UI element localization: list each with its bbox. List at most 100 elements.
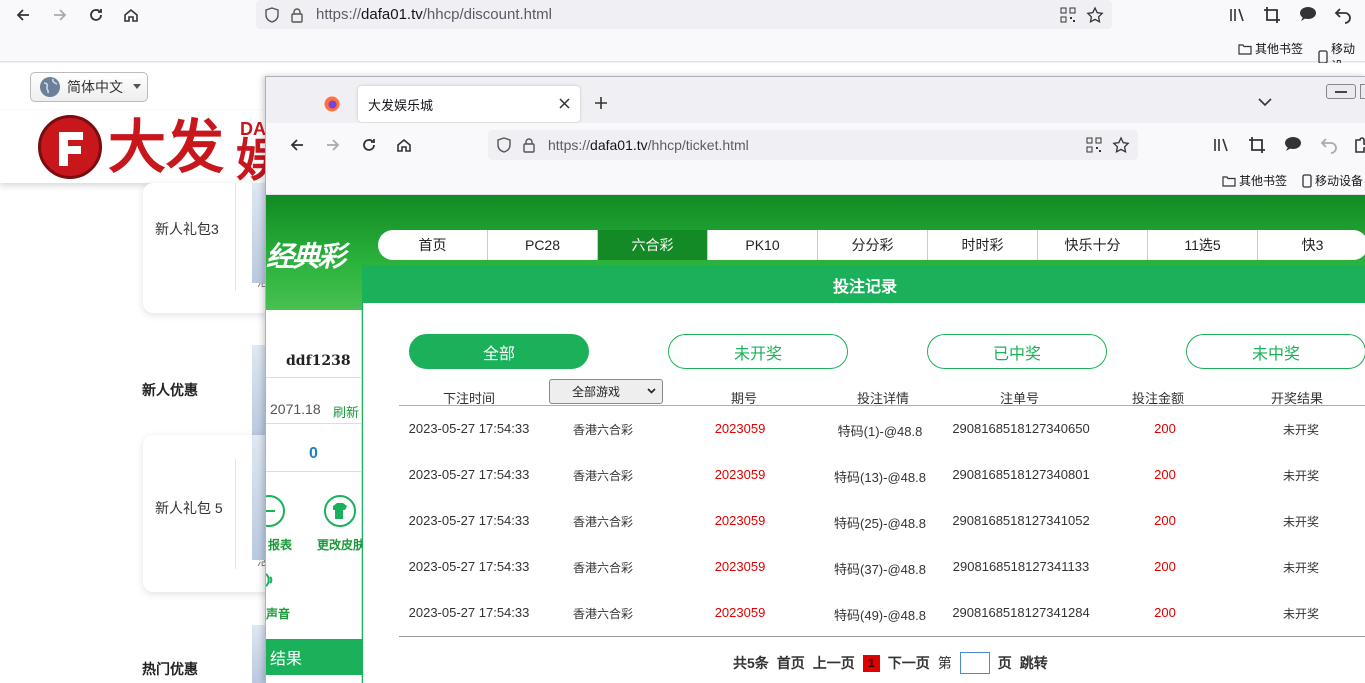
extensions-icon[interactable] — [1354, 136, 1365, 154]
star-icon[interactable] — [1086, 5, 1104, 24]
bookmark-other[interactable]: 其他书签 — [1238, 40, 1303, 57]
new-tab-icon[interactable] — [594, 96, 608, 110]
cell-game: 香港六合彩 — [572, 423, 633, 437]
modal-title: 投注记录 — [832, 278, 897, 296]
cell-ticket: 2908168518127340801 — [952, 467, 1090, 482]
back-arrow-icon[interactable] — [286, 134, 308, 156]
cell-time: 2023-05-27 17:54:33 — [408, 421, 530, 436]
back-arrow-icon[interactable] — [12, 4, 34, 26]
brand-logo-text: 大发 — [108, 113, 225, 181]
cell-detail: 特码(13)-@48.8 — [834, 470, 926, 485]
brand-logo-icon — [38, 115, 102, 179]
filter-lost-button[interactable]: 未中奖 — [1186, 334, 1365, 369]
back-url-bar[interactable]: https://dafa01.tv/hhcp/discount.html — [256, 0, 1112, 29]
qr-code-icon[interactable] — [1060, 7, 1076, 23]
back-url-text: https://dafa01.tv/hhcp/discount.html — [316, 6, 552, 23]
forward-arrow-icon[interactable] — [49, 4, 71, 26]
language-label: 简体中文 — [67, 79, 123, 95]
close-tab-icon[interactable] — [559, 98, 570, 109]
cell-detail: 特码(49)-@48.8 — [834, 608, 926, 623]
active-tab[interactable]: 大发娱乐城 — [358, 86, 580, 122]
cell-period: 2023059 — [714, 513, 766, 528]
nav-item-mark-six[interactable]: 六合彩 — [598, 230, 708, 260]
sound-link[interactable]: 声音 — [266, 605, 290, 622]
shield-icon — [264, 6, 280, 23]
screenshot-icon[interactable] — [1263, 6, 1281, 24]
maximize-button[interactable] — [1360, 84, 1365, 99]
cell-detail: 特码(1)-@48.8 — [837, 424, 923, 439]
cell-result: 未开奖 — [1282, 423, 1319, 437]
modal-header: 投注记录 — [363, 266, 1365, 303]
home-icon[interactable] — [120, 4, 142, 26]
results-bar[interactable]: 结果 — [266, 639, 362, 675]
qr-code-icon[interactable] — [1086, 137, 1102, 153]
nav-item-11x5[interactable]: 11选5 — [1148, 230, 1258, 260]
sound-icon[interactable] — [266, 568, 284, 592]
chat-icon[interactable] — [1298, 5, 1318, 23]
reload-icon[interactable] — [85, 4, 107, 26]
filter-pending-button[interactable]: 未开奖 — [668, 334, 848, 369]
game-select[interactable]: 全部游戏 — [549, 379, 663, 404]
report-link[interactable]: 报表 — [268, 536, 292, 553]
lock-icon — [522, 137, 536, 153]
pager-current-page[interactable]: 1 — [862, 654, 880, 672]
pager-jump-button[interactable]: 跳转 — [1020, 653, 1048, 673]
refresh-balance-link[interactable]: 刷新 — [333, 402, 359, 421]
mobile-device-icon — [1302, 173, 1312, 188]
nav-item-k3[interactable]: 快3 — [1258, 230, 1365, 260]
nav-item-pc28[interactable]: PC28 — [488, 230, 598, 260]
filter-won-button[interactable]: 已中奖 — [927, 334, 1107, 369]
nav-item-pk10[interactable]: PK10 — [708, 230, 818, 260]
tab-title: 大发娱乐城 — [368, 97, 434, 113]
skin-shirt-icon[interactable] — [323, 494, 357, 528]
cell-detail: 特码(37)-@48.8 — [834, 562, 926, 577]
filter-all-button[interactable]: 全部 — [409, 334, 589, 369]
pager-next[interactable]: 下一页 — [888, 653, 930, 673]
cell-amount: 200 — [1154, 513, 1176, 528]
undo-icon[interactable] — [1334, 6, 1352, 24]
pager-prev[interactable]: 上一页 — [813, 653, 855, 673]
bookmark-mobile[interactable]: 移动设备 — [1302, 172, 1363, 189]
promo-card-title: 新人礼包 5 — [155, 500, 223, 516]
nav-item-happy-ten[interactable]: 快乐十分 — [1038, 230, 1148, 260]
library-icon[interactable] — [1212, 136, 1230, 154]
nav-item-home[interactable]: 首页 — [378, 230, 488, 260]
pager-first[interactable]: 首页 — [777, 653, 805, 673]
forward-arrow-icon[interactable] — [322, 134, 344, 156]
panel-divider — [266, 377, 362, 378]
front-browser-window: 大发娱乐城 https://dafa01.tv/hhcp/ticket.html… — [265, 76, 1365, 683]
library-icon[interactable] — [1228, 6, 1246, 24]
site-page: 经典彩 首页 PC28 六合彩 PK10 分分彩 时时彩 快乐十分 11选5 快… — [266, 195, 1365, 683]
card-divider — [235, 183, 236, 291]
lock-icon — [290, 7, 304, 23]
home-icon[interactable] — [393, 134, 415, 156]
cell-time: 2023-05-27 17:54:33 — [408, 605, 530, 620]
nav-item-fenfencai[interactable]: 分分彩 — [818, 230, 928, 260]
language-select[interactable]: 简体中文 — [30, 72, 148, 102]
firefox-icon[interactable] — [324, 96, 340, 112]
chat-icon[interactable] — [1283, 135, 1303, 153]
cell-ticket: 2908168518127340650 — [952, 421, 1090, 436]
tab-list-chevron-icon[interactable] — [1258, 98, 1272, 107]
report-icon[interactable] — [266, 494, 286, 528]
results-label: 结果 — [270, 651, 303, 668]
minimize-icon — [1335, 91, 1347, 93]
screenshot-icon[interactable] — [1248, 136, 1266, 154]
front-url-bar[interactable]: https://dafa01.tv/hhcp/ticket.html — [488, 130, 1138, 160]
cell-game: 香港六合彩 — [572, 515, 633, 529]
game-select-value: 全部游戏 — [572, 385, 621, 399]
bookmark-mobile-label: 移动设备 — [1315, 174, 1364, 188]
cell-period: 2023059 — [714, 605, 766, 620]
minimize-button[interactable] — [1326, 84, 1356, 99]
site-brand-text: 经典彩 — [266, 241, 346, 272]
bookmark-other[interactable]: 其他书签 — [1222, 172, 1287, 189]
reload-icon[interactable] — [358, 134, 380, 156]
star-icon[interactable] — [1112, 136, 1130, 154]
undo-icon[interactable] — [1320, 136, 1338, 154]
change-skin-link[interactable]: 更改皮肤 — [317, 536, 365, 553]
cell-amount: 200 — [1154, 467, 1176, 482]
folder-icon — [1222, 175, 1236, 187]
promo-card-title: 新人礼包3 — [155, 221, 219, 237]
page-number-input[interactable] — [959, 652, 990, 674]
nav-item-shishicai[interactable]: 时时彩 — [928, 230, 1038, 260]
